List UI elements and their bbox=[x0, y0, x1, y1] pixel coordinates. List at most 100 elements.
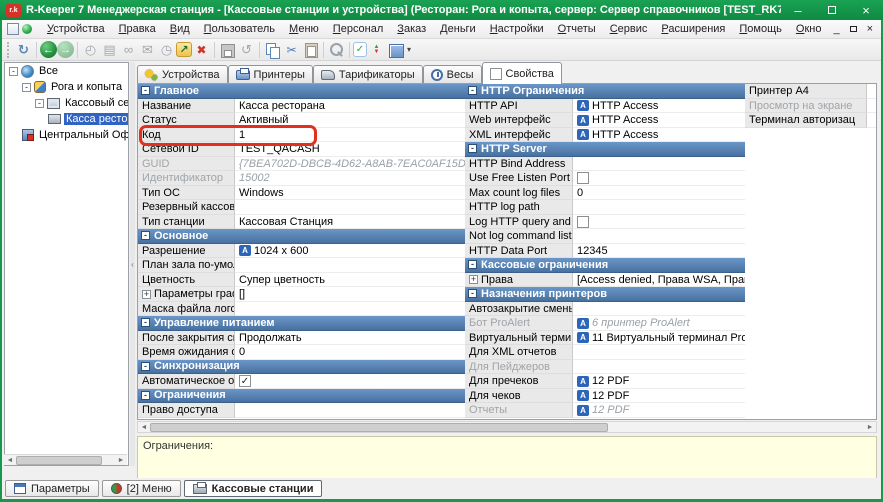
property-value[interactable]: A11 Виртуальный терминал ProQiPAy bbox=[573, 331, 745, 346]
tree-item-4[interactable]: Касса рестор bbox=[5, 111, 128, 127]
property-value[interactable]: Супер цветность bbox=[235, 273, 465, 288]
property-value[interactable] bbox=[867, 113, 877, 128]
refresh-icon[interactable]: ↻ bbox=[14, 41, 33, 59]
property-value[interactable]: ✓ bbox=[235, 374, 465, 389]
property-value[interactable] bbox=[573, 345, 745, 360]
taskbar-button-3[interactable]: Кассовые станции bbox=[184, 480, 323, 497]
property-value[interactable]: AHTTP Access bbox=[573, 113, 745, 128]
expand-icon[interactable]: + bbox=[142, 290, 151, 299]
section-header[interactable]: -Ограничения bbox=[138, 389, 465, 404]
menu-item-8[interactable]: Деньги bbox=[433, 21, 483, 37]
property-value[interactable]: AHTTP Access bbox=[573, 99, 745, 114]
close-button[interactable]: × bbox=[849, 0, 883, 20]
paste-icon[interactable] bbox=[301, 41, 320, 59]
section-header[interactable]: -Назначения принтеров bbox=[465, 287, 745, 302]
expand-icon[interactable]: + bbox=[469, 275, 478, 284]
collapse-icon[interactable]: - bbox=[468, 289, 477, 298]
menu-item-7[interactable]: Заказ bbox=[390, 21, 433, 37]
property-value[interactable] bbox=[235, 302, 465, 317]
collapse-icon[interactable]: - bbox=[468, 144, 477, 153]
mdi-restore-button[interactable] bbox=[850, 23, 857, 35]
collapse-icon[interactable]: - bbox=[468, 86, 477, 95]
zoom-icon[interactable] bbox=[327, 41, 346, 59]
edit-icon[interactable]: ↗ bbox=[176, 42, 192, 57]
property-value[interactable]: Кассовая Станция bbox=[235, 215, 465, 230]
menu-item-11[interactable]: Сервис bbox=[603, 21, 655, 37]
collapse-icon[interactable]: - bbox=[141, 231, 150, 240]
menu-item-12[interactable]: Расширения bbox=[654, 21, 732, 37]
menu-item-14[interactable]: Окно bbox=[789, 21, 829, 37]
taskbar-button-2[interactable]: [2] Меню bbox=[102, 480, 181, 497]
table-view-icon[interactable] bbox=[386, 41, 405, 59]
grid-horizontal-scrollbar[interactable]: ◄ ► bbox=[137, 421, 877, 433]
tree-collapse-icon[interactable]: - bbox=[9, 67, 18, 76]
tree-item-1[interactable]: -Все bbox=[5, 63, 128, 79]
property-value[interactable] bbox=[573, 302, 745, 317]
property-value[interactable] bbox=[235, 403, 465, 418]
back-icon[interactable]: ← bbox=[40, 41, 57, 58]
property-value[interactable]: A12 PDF bbox=[573, 389, 745, 404]
tab-devices[interactable]: Устройства bbox=[137, 65, 228, 84]
property-value[interactable]: 0 bbox=[573, 186, 745, 201]
mdi-minimize-button[interactable]: _ bbox=[833, 23, 839, 35]
menu-item-9[interactable]: Настройки bbox=[483, 21, 551, 37]
section-header[interactable]: -Кассовые ограничения bbox=[465, 258, 745, 273]
search-icon[interactable]: ∞ bbox=[119, 41, 138, 59]
property-value[interactable]: Продолжать bbox=[235, 331, 465, 346]
property-value[interactable] bbox=[867, 99, 877, 114]
collapse-icon[interactable]: - bbox=[141, 391, 150, 400]
property-value[interactable]: [] bbox=[235, 287, 465, 302]
table-view-dropdown-icon[interactable]: ▾ bbox=[405, 41, 413, 59]
property-value[interactable] bbox=[235, 200, 465, 215]
taskbar-button-1[interactable]: Параметры bbox=[5, 480, 99, 497]
export-icon[interactable]: ✉ bbox=[138, 41, 157, 59]
scrollbar-thumb[interactable] bbox=[150, 423, 608, 432]
forward-icon[interactable]: → bbox=[57, 41, 74, 58]
menu-item-2[interactable]: Правка bbox=[112, 21, 163, 37]
property-value[interactable] bbox=[573, 200, 745, 215]
tree-item-3[interactable]: -Кассовый сервер bbox=[5, 95, 128, 111]
collapse-icon[interactable]: - bbox=[141, 86, 150, 95]
save-icon[interactable] bbox=[218, 41, 237, 59]
tree-collapse-icon[interactable]: - bbox=[22, 83, 31, 92]
filter-icon[interactable]: ✓ bbox=[353, 42, 367, 57]
print-icon[interactable]: ▤ bbox=[100, 41, 119, 59]
cut-icon[interactable]: ✂ bbox=[282, 41, 301, 59]
property-value[interactable] bbox=[573, 157, 745, 172]
property-value[interactable]: [Access denied, Права WSA, Право СБП, Ре… bbox=[573, 273, 745, 288]
property-value[interactable] bbox=[573, 215, 745, 230]
tab-tariff[interactable]: Тарификаторы bbox=[313, 65, 423, 84]
panel-splitter[interactable]: ‹ bbox=[130, 62, 135, 466]
property-value[interactable]: 1 bbox=[235, 128, 465, 143]
collapse-icon[interactable]: - bbox=[141, 318, 150, 327]
menu-item-6[interactable]: Персонал bbox=[326, 21, 391, 37]
minimize-button[interactable]: – bbox=[781, 0, 815, 20]
tree-collapse-icon[interactable]: - bbox=[35, 99, 44, 108]
collapse-icon[interactable]: - bbox=[141, 362, 150, 371]
property-value[interactable] bbox=[573, 360, 745, 375]
property-value[interactable]: {7BEA702D-DBCB-4D62-A8AB-7EAC0AF15D08} bbox=[235, 157, 465, 172]
property-value[interactable]: AHTTP Access bbox=[573, 128, 745, 143]
property-value[interactable]: Windows bbox=[235, 186, 465, 201]
menu-item-5[interactable]: Меню bbox=[282, 21, 326, 37]
menu-item-13[interactable]: Помощь bbox=[732, 21, 789, 37]
scrollbar-thumb[interactable] bbox=[16, 456, 102, 465]
checkbox[interactable] bbox=[577, 216, 589, 228]
tab-properties[interactable]: Свойства bbox=[482, 62, 562, 84]
tab-printers[interactable]: Принтеры bbox=[228, 65, 313, 84]
delete-icon[interactable]: ✖ bbox=[192, 41, 211, 59]
menu-item-10[interactable]: Отчеты bbox=[551, 21, 603, 37]
section-header[interactable]: -Главное bbox=[138, 84, 465, 99]
tree-horizontal-scrollbar[interactable]: ◄ ► bbox=[4, 454, 127, 465]
property-value[interactable] bbox=[235, 258, 465, 273]
menu-item-3[interactable]: Вид bbox=[163, 21, 197, 37]
menu-item-4[interactable]: Пользователь bbox=[197, 21, 282, 37]
property-value[interactable] bbox=[573, 229, 745, 244]
mdi-close-button[interactable]: × bbox=[867, 23, 873, 35]
property-value[interactable] bbox=[867, 84, 877, 99]
checkbox[interactable]: ✓ bbox=[239, 375, 251, 387]
property-value[interactable]: TEST_QACASH bbox=[235, 142, 465, 157]
property-value[interactable]: Касса ресторана bbox=[235, 99, 465, 114]
property-value[interactable]: 0 bbox=[235, 345, 465, 360]
history-icon[interactable]: ◴ bbox=[81, 41, 100, 59]
